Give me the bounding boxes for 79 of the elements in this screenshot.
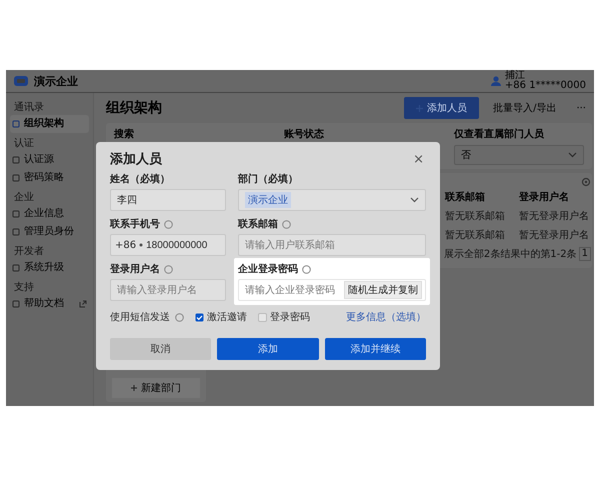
generate-password-button[interactable]: 随机生成并复制 — [344, 281, 422, 299]
table-cell-text: 暂无登录用户名 — [519, 210, 590, 222]
sidebar-item[interactable]: 系统升级 — [10, 259, 89, 277]
checkbox[interactable] — [195, 312, 204, 322]
pagination-summary: 展示全部2条结果中的第1-2条 — [444, 248, 577, 261]
option-label: 使用短信发送 — [110, 311, 170, 324]
input-field[interactable]: 请输入用户联系邮箱 — [238, 234, 426, 256]
phone-input[interactable]: 18000000000 — [146, 240, 221, 250]
table-cell-text: 暂无联系邮箱 — [445, 228, 506, 242]
filter-select[interactable]: 否 — [454, 145, 584, 165]
sidebar-item-label: 组织架构 — [24, 118, 64, 130]
field-label: 姓名（必填） — [110, 172, 170, 186]
square-icon — [12, 264, 20, 272]
close-button[interactable]: × — [411, 152, 426, 166]
filter-label: 仅查看直属部门人员 — [454, 127, 545, 141]
sidebar-item-label: 系统升级 — [24, 262, 64, 274]
section-label: 支持 — [13, 280, 35, 295]
new-department-button[interactable]: 新建部门 — [112, 378, 200, 398]
checkbox-label: 激活邀请 — [207, 310, 247, 324]
square-icon — [12, 174, 20, 182]
dialog-title: 添加人员 — [110, 151, 162, 168]
add-person-button[interactable]: 添加人员 — [404, 97, 480, 119]
sidebar-item-label: 密码策略 — [24, 172, 64, 184]
column-header: 联系邮箱 — [445, 190, 486, 204]
field-label: 联系手机号 — [110, 218, 160, 231]
filter-label: 账号状态 — [284, 128, 325, 141]
table-cell-text: 暂无联系邮箱 — [445, 210, 506, 222]
chevron-down-icon — [410, 197, 419, 203]
cancel-button[interactable]: 取消 — [110, 338, 212, 360]
table-cell-text: 暂无登录用户名 — [519, 228, 590, 242]
country-code[interactable]: +86 — [115, 240, 136, 250]
square-icon — [12, 210, 20, 218]
section-label: 企业 — [13, 190, 35, 205]
settings-icon[interactable] — [581, 177, 591, 187]
sidebar-item[interactable]: 企业信息 — [10, 205, 89, 223]
checkbox[interactable] — [258, 312, 267, 322]
phone-field[interactable]: +86 18000000000 — [110, 234, 226, 256]
more-info-link[interactable]: 更多信息（选填） — [346, 310, 426, 324]
page-number[interactable]: 1 — [578, 247, 591, 261]
sidebar-item[interactable]: 认证源 — [10, 151, 89, 169]
select-value: 否 — [461, 149, 471, 162]
department-select[interactable]: 演示企业 — [238, 189, 426, 211]
sidebar-item-label: 帮助文档 — [24, 298, 64, 310]
import-export-button[interactable]: 批量导入/导出 — [487, 97, 562, 119]
section-label: 通讯录 — [13, 100, 45, 115]
input-field[interactable]: 请输入登录用户名 — [110, 279, 226, 301]
sidebar-item[interactable]: 帮助文档 — [10, 295, 89, 313]
sidebar-item[interactable]: 组织架构 — [10, 115, 89, 133]
field-label: 部门（必填） — [238, 172, 298, 186]
input-field[interactable]: 李四 — [110, 189, 226, 211]
sidebar-item[interactable]: 管理员身份 — [10, 223, 89, 241]
logo-icon — [14, 76, 28, 86]
sidebar-item-label: 企业信息 — [24, 208, 64, 220]
company-name: 演示企业 — [34, 74, 78, 88]
filter-label: 搜索 — [114, 128, 135, 141]
user-phone: +86 1*****0000 — [504, 81, 586, 91]
plus-icon — [131, 385, 137, 391]
field-label: 企业登录密码 — [238, 262, 298, 276]
field-label: 联系邮箱 — [238, 218, 278, 231]
section-label: 认证 — [13, 137, 35, 151]
submit-button[interactable]: 添加并继续 — [324, 338, 426, 360]
section-label: 开发者 — [13, 244, 45, 259]
column-header: 登录用户名 — [519, 190, 570, 204]
more-button[interactable]: ··· — [570, 98, 592, 118]
square-icon — [12, 300, 20, 308]
submit-button[interactable]: 添加 — [217, 338, 319, 360]
chevron-down-icon — [568, 152, 577, 158]
square-icon — [12, 156, 20, 164]
selected-tag: 演示企业 — [245, 192, 291, 208]
page-title: 组织架构 — [106, 99, 163, 117]
user-avatar-icon — [490, 76, 501, 86]
sidebar-item-label: 认证源 — [24, 154, 54, 166]
external-link-icon — [79, 300, 87, 308]
sidebar-item-label: 管理员身份 — [24, 226, 74, 238]
checkbox-label: 登录密码 — [270, 310, 310, 324]
square-icon — [12, 228, 20, 236]
square-icon — [12, 120, 20, 128]
field-label: 登录用户名 — [110, 262, 160, 276]
sidebar-item[interactable]: 密码策略 — [10, 169, 89, 187]
